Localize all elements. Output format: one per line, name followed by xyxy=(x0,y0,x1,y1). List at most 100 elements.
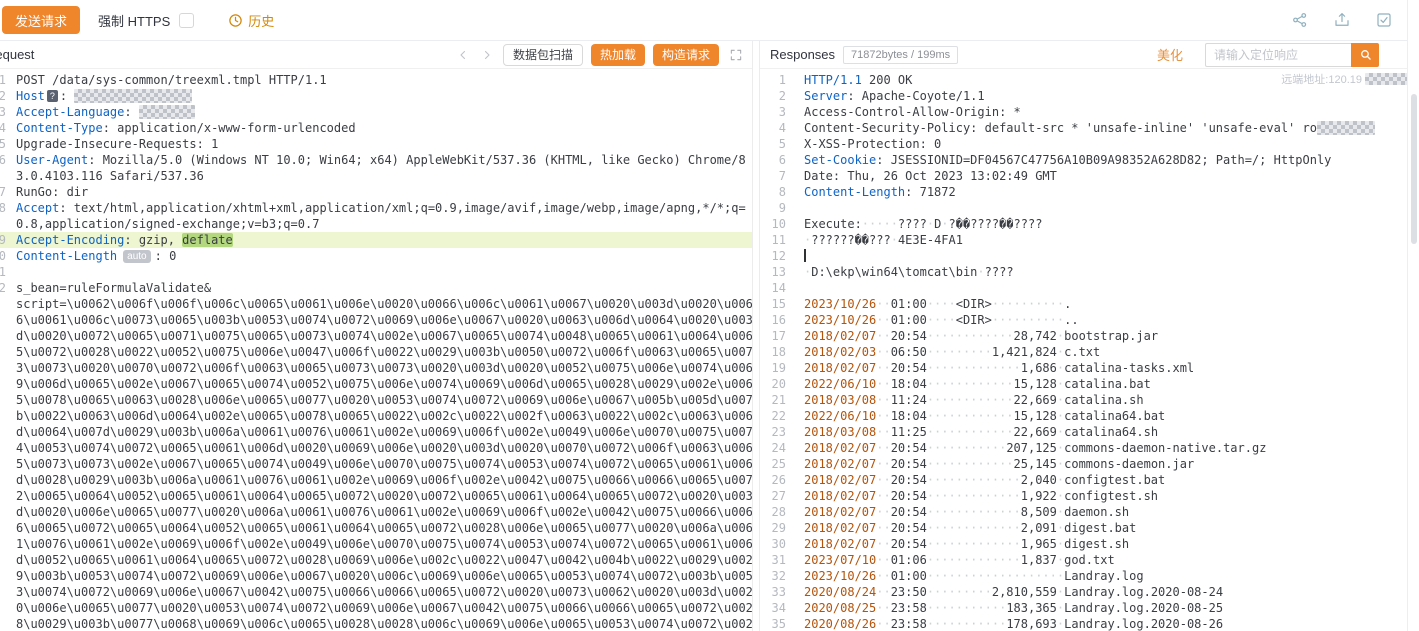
request-editor[interactable]: 1POST /data/sys-common/treexml.tmpl HTTP… xyxy=(0,69,753,631)
code-line[interactable]: 10Execute:·····????·D·?��????��???? xyxy=(760,216,1419,232)
code-line[interactable]: 5Upgrade-Insecure-Requests: 1 xyxy=(0,136,753,152)
response-search-button[interactable] xyxy=(1351,43,1379,67)
line-content: Upgrade-Insecure-Requests: 1 xyxy=(14,136,753,152)
code-token: ·· xyxy=(876,393,890,407)
code-token: ·· xyxy=(876,441,890,455)
code-line[interactable]: 332020/08/24··23:50·········2,810,559·La… xyxy=(760,584,1419,600)
code-line[interactable]: 5X-XSS-Protection: 0 xyxy=(760,136,1419,152)
code-line[interactable]: 11·??????��???·4E3E-4FA1 xyxy=(760,232,1419,248)
fullscreen-icon[interactable] xyxy=(727,46,745,64)
code-line[interactable]: 14 xyxy=(760,280,1419,296)
line-number: 5 xyxy=(0,136,14,152)
code-line[interactable]: 162023/10/26··01:00····<DIR>··········.. xyxy=(760,312,1419,328)
code-line[interactable]: 322023/10/26··01:00···················La… xyxy=(760,568,1419,584)
build-request-button[interactable]: 构造请求 xyxy=(653,44,719,66)
code-token: ············· xyxy=(927,473,1021,487)
code-line[interactable]: 9Accept-Encoding: gzip, deflate xyxy=(0,232,753,248)
code-line[interactable]: 1POST /data/sys-common/treexml.tmpl HTTP… xyxy=(0,72,753,88)
code-line[interactable]: 7Date: Thu, 26 Oct 2023 13:02:49 GMT xyxy=(760,168,1419,184)
code-line[interactable]: 10Content-Lengthauto: 0 xyxy=(0,248,753,264)
code-line[interactable]: 352020/08/26··23:58···········178,693·La… xyxy=(760,616,1419,631)
code-token: 2023/10/26 xyxy=(804,297,876,311)
code-token: catalina.bat xyxy=(1064,377,1151,391)
code-token: 2018/02/07 xyxy=(804,537,876,551)
code-token: Accept xyxy=(16,201,59,215)
code-line[interactable]: 202022/06/10··18:04············15,128·ca… xyxy=(760,376,1419,392)
code-line[interactable]: 312023/07/10··01:06·············1,837·go… xyxy=(760,552,1419,568)
share-icon[interactable] xyxy=(1291,11,1309,29)
history-button[interactable]: 历史 xyxy=(228,11,274,30)
code-token: Landray.log.2020-08-26 xyxy=(1064,617,1223,631)
line-content: Server: Apache-Coyote/1.1 xyxy=(798,88,1419,104)
code-line[interactable]: 2Host?: xyxy=(0,88,753,104)
right-rail xyxy=(1407,0,1419,631)
force-https-checkbox[interactable] xyxy=(179,13,194,28)
code-token: digest.bat xyxy=(1064,521,1136,535)
line-number: 15 xyxy=(760,296,798,312)
code-line[interactable]: 3Access-Control-Allow-Origin: * xyxy=(760,104,1419,120)
code-token: ·· xyxy=(876,585,890,599)
code-token: ·· xyxy=(876,361,890,375)
code-line[interactable]: 7RunGo: dir xyxy=(0,184,753,200)
code-token: Execute: xyxy=(804,217,862,231)
code-line[interactable]: 8Accept: text/html,application/xhtml+xml… xyxy=(0,200,753,232)
code-line[interactable]: 6User-Agent: Mozilla/5.0 (Windows NT 10.… xyxy=(0,152,753,184)
code-token: ·· xyxy=(876,489,890,503)
request-panel-header: Request 数据包扫描 热加载 构造请求 xyxy=(0,41,753,69)
code-line[interactable]: 252018/02/07··20:54············25,145·co… xyxy=(760,456,1419,472)
code-line[interactable]: 2Server: Apache-Coyote/1.1 xyxy=(760,88,1419,104)
code-token: bootstrap.jar xyxy=(1064,329,1158,343)
code-token: Host xyxy=(16,89,45,103)
code-token: ··········· xyxy=(927,441,1006,455)
code-line[interactable]: 6Set-Cookie: JSESSIONID=DF04567C47756A10… xyxy=(760,152,1419,168)
code-line[interactable]: 262018/02/07··20:54·············2,040·co… xyxy=(760,472,1419,488)
hot-reload-button[interactable]: 热加载 xyxy=(591,44,645,66)
line-number: 5 xyxy=(760,136,798,152)
code-line[interactable]: 12s_bean=ruleFormulaValidate&script=\u00… xyxy=(0,280,753,631)
line-number: 3 xyxy=(760,104,798,120)
code-line[interactable]: 3Accept-Language: xyxy=(0,104,753,120)
force-https-option: 强制 HTTPS xyxy=(98,11,194,30)
next-packet-button[interactable] xyxy=(479,47,495,63)
code-line[interactable]: 172018/02/07··20:54············28,742·bo… xyxy=(760,328,1419,344)
line-content: ·D:\ekp\win64\tomcat\bin·???? xyxy=(798,264,1419,280)
code-token: : Mozilla/5.0 (Windows NT 10.0; Win64; x… xyxy=(16,153,746,183)
response-editor[interactable]: 1HTTP/1.1 200 OK2Server: Apache-Coyote/1… xyxy=(760,69,1419,631)
send-request-button[interactable]: 发送请求 xyxy=(2,6,80,34)
code-line[interactable]: 192018/02/07··20:54·············1,686·ca… xyxy=(760,360,1419,376)
code-line[interactable]: 272018/02/07··20:54·············1,922·co… xyxy=(760,488,1419,504)
code-line[interactable]: 152023/10/26··01:00····<DIR>··········. xyxy=(760,296,1419,312)
code-line[interactable]: 302018/02/07··20:54·············1,965·di… xyxy=(760,536,1419,552)
line-content: Content-Security-Policy: default-src * '… xyxy=(798,120,1419,136)
response-scrollbar[interactable] xyxy=(1411,94,1417,244)
responses-tab[interactable]: Responses xyxy=(770,47,835,62)
response-search-input[interactable] xyxy=(1205,43,1351,67)
code-line[interactable]: 12 xyxy=(760,248,1419,264)
code-line[interactable]: 9 xyxy=(760,200,1419,216)
packet-scan-button[interactable]: 数据包扫描 xyxy=(503,44,583,66)
code-token: Content-Security-Policy: default-src * '… xyxy=(804,121,1317,135)
prev-packet-button[interactable] xyxy=(455,47,471,63)
code-line[interactable]: 342020/08/25··23:58···········183,365·La… xyxy=(760,600,1419,616)
code-line[interactable]: 212018/03/08··11:24············22,669·ca… xyxy=(760,392,1419,408)
code-line[interactable]: 232018/03/08··11:25············22,669·ca… xyxy=(760,424,1419,440)
code-token: 20:54 xyxy=(891,361,927,375)
beautify-button[interactable]: 美化 xyxy=(1157,45,1183,64)
code-line[interactable]: 4Content-Type: application/x-www-form-ur… xyxy=(0,120,753,136)
code-line[interactable]: 242018/02/07··20:54···········207,125·co… xyxy=(760,440,1419,456)
export-icon[interactable] xyxy=(1333,11,1351,29)
code-line[interactable]: 4Content-Security-Policy: default-src * … xyxy=(760,120,1419,136)
code-line[interactable]: 13·D:\ekp\win64\tomcat\bin·???? xyxy=(760,264,1419,280)
line-number: 19 xyxy=(760,360,798,376)
line-content: Accept: text/html,application/xhtml+xml,… xyxy=(14,200,753,232)
code-line[interactable]: 11 xyxy=(0,264,753,280)
code-token: 2023/10/26 xyxy=(804,569,876,583)
code-line[interactable]: 182018/02/03··06:50·········1,421,824·c.… xyxy=(760,344,1419,360)
line-number: 9 xyxy=(0,232,14,248)
code-token: 01:06 xyxy=(891,553,927,567)
code-line[interactable]: 282018/02/07··20:54·············8,509·da… xyxy=(760,504,1419,520)
code-line[interactable]: 8Content-Length: 71872 xyxy=(760,184,1419,200)
report-check-icon[interactable] xyxy=(1375,11,1393,29)
code-line[interactable]: 222022/06/10··18:04············15,128·ca… xyxy=(760,408,1419,424)
code-line[interactable]: 292018/02/07··20:54·············2,091·di… xyxy=(760,520,1419,536)
